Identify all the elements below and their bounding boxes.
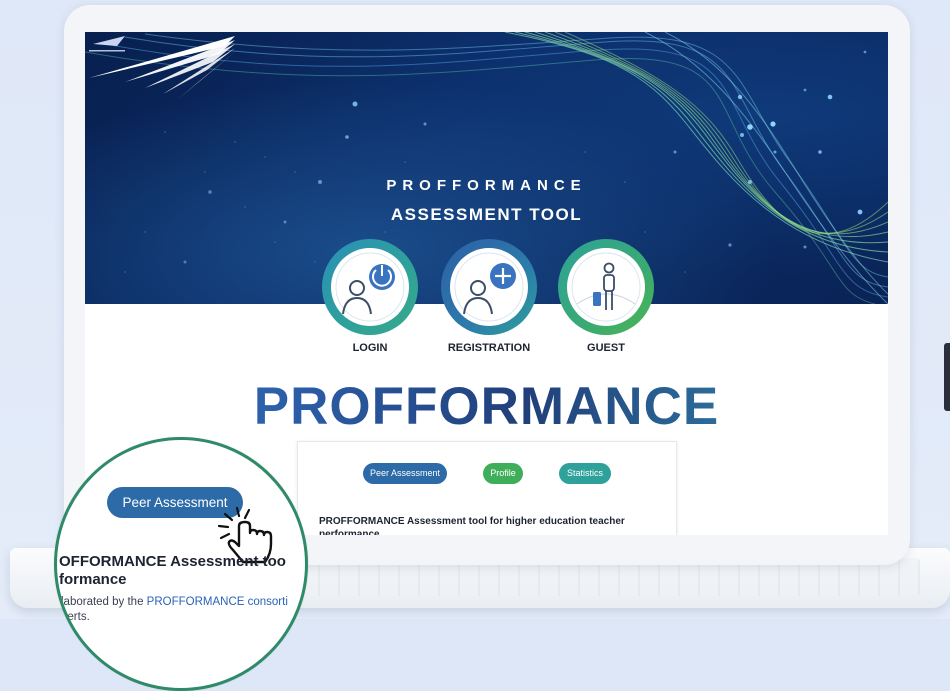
content-card: Peer Assessment Profile Statistics PROFF… [297, 441, 677, 535]
consortium-link[interactable]: PROFFORMANCE consorti [147, 596, 288, 608]
guest-button[interactable] [558, 239, 654, 335]
peer-assessment-pill[interactable]: Peer Assessment [363, 463, 447, 484]
registration-add-user-icon [454, 252, 524, 322]
card-description: PROFFORMANCE Assessment tool for higher … [319, 516, 625, 535]
guest-label[interactable]: GUEST [536, 342, 676, 354]
magnified-title-line2: formance [59, 571, 127, 588]
login-button[interactable] [322, 239, 418, 335]
magnified-desc-prefix: laborated by the [61, 596, 147, 608]
hero-brand-subtitle: ASSESSMENT TOOL [390, 205, 583, 224]
magnifier-circle: Peer Assessment OFFORMANCE Assessment to… [54, 437, 308, 691]
registration-button[interactable] [441, 239, 537, 335]
hero-brand-name: PROFFORMANCE [386, 177, 587, 194]
magnified-title-line1: OFFORMANCE Assessment too [59, 553, 286, 570]
magnified-desc-line2: perts. [61, 611, 90, 623]
profile-pill[interactable]: Profile [483, 463, 523, 484]
side-tab [944, 343, 950, 411]
guest-traveler-icon [571, 252, 641, 322]
magnified-description: laborated by the PROFFORMANCE consorti p… [61, 595, 305, 625]
statistics-pill[interactable]: Statistics [559, 463, 611, 484]
login-power-user-icon [335, 252, 405, 322]
magnified-title: OFFORMANCE Assessment too formance [59, 553, 305, 589]
profformance-wing-logo [89, 36, 235, 100]
main-title: PROFFORMANCE [85, 376, 888, 437]
